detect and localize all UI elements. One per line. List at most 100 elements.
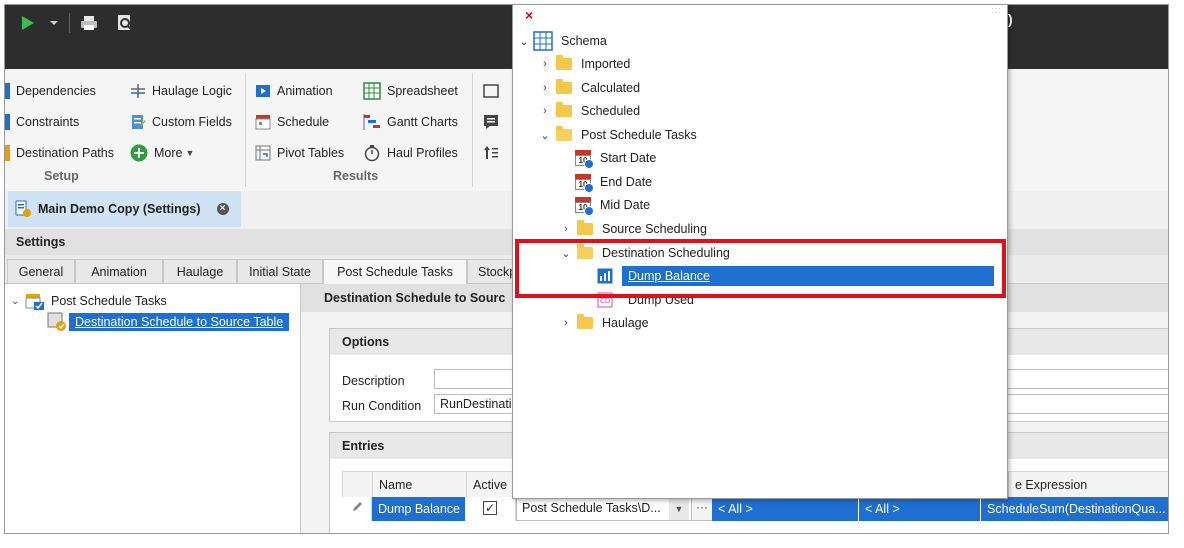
- print-icon[interactable]: [79, 11, 99, 35]
- tree-node-haulage[interactable]: › Haulage: [559, 312, 649, 334]
- tree-node-mid-date[interactable]: 10 Mid Date: [571, 194, 650, 216]
- sort-icon: [484, 146, 498, 159]
- more-dropdown-icon: ▼: [185, 148, 195, 158]
- haul-profiles-button[interactable]: Haul Profiles: [363, 142, 458, 164]
- rectangle-icon: [483, 84, 499, 98]
- tree-node-imported[interactable]: › Imported: [538, 53, 630, 75]
- column-expression-header[interactable]: e Expression: [1008, 472, 1168, 498]
- entry-filter-cell-2[interactable]: < All >: [859, 497, 981, 521]
- svg-text:CD: CD: [600, 298, 610, 305]
- settings-document-icon: [15, 200, 31, 217]
- chevron-right-icon[interactable]: ›: [538, 105, 552, 117]
- run-icon[interactable]: [19, 11, 37, 35]
- tree-node-dump-balance[interactable]: Dump Balance: [593, 265, 994, 287]
- more-button[interactable]: More ▼: [130, 142, 194, 164]
- ribbon-extra-button-2[interactable]: [483, 111, 499, 133]
- tab-initial-state[interactable]: Initial State: [237, 259, 323, 283]
- schedule-button[interactable]: Schedule: [255, 111, 329, 133]
- folder-icon: [577, 220, 593, 235]
- active-checkbox[interactable]: ✓: [483, 501, 497, 515]
- tree-node-label: Schema: [561, 34, 607, 48]
- constraints-button[interactable]: Constraints: [5, 111, 79, 133]
- entry-expression-cell[interactable]: ScheduleSum(DestinationQua...: [981, 497, 1168, 521]
- tab-post-schedule-tasks[interactable]: Post Schedule Tasks: [323, 259, 467, 284]
- tree-node-label: Dump Used: [628, 293, 694, 307]
- grip-icon[interactable]: ··· ···: [991, 5, 1003, 17]
- constraints-label: Constraints: [16, 115, 80, 129]
- tree-node-dump-used[interactable]: CD Dump Used: [593, 289, 700, 311]
- chevron-right-icon[interactable]: ›: [538, 58, 552, 70]
- chevron-down-icon[interactable]: ⌄: [11, 296, 23, 307]
- entry-active-cell[interactable]: ✓: [466, 497, 516, 521]
- window-title-fragment: ): [1008, 11, 1013, 27]
- entry-filter-cell-1[interactable]: < All >: [712, 497, 859, 521]
- tab-haulage[interactable]: Haulage: [163, 259, 237, 283]
- tree-node-destination-schedule[interactable]: Destination Schedule to Source Table: [47, 312, 290, 332]
- tree-node-start-date[interactable]: 10 Start Date: [571, 147, 656, 169]
- tree-node-post-schedule-tasks[interactable]: ⌄ Post Schedule Tasks: [538, 124, 697, 146]
- tree-node-source-scheduling[interactable]: › Source Scheduling: [559, 218, 707, 240]
- spreadsheet-button[interactable]: Spreadsheet: [363, 80, 458, 102]
- custom-fields-button[interactable]: Custom Fields: [130, 111, 232, 133]
- tree-node-label: Post Schedule Tasks: [51, 294, 167, 308]
- tree-node-schema[interactable]: ⌄ Schema: [517, 30, 607, 52]
- animation-button[interactable]: Animation: [255, 80, 333, 102]
- schedule-icon: [255, 115, 271, 130]
- tree-node-calculated[interactable]: › Calculated: [538, 77, 640, 99]
- folder-icon: [556, 79, 572, 94]
- entry-path-cell[interactable]: Post Schedule Tasks\D... ▼ ···: [516, 497, 712, 521]
- tree-node-label: Destination Schedule to Source Table: [69, 313, 290, 331]
- plus-circle-icon: [130, 144, 148, 162]
- row-indicator-header: [343, 472, 373, 498]
- ribbon-extra-button-3[interactable]: [483, 142, 499, 164]
- column-name-header[interactable]: Name: [373, 472, 467, 498]
- folder-icon: [556, 102, 572, 117]
- tree-node-end-date[interactable]: 10 End Date: [571, 171, 652, 193]
- close-popup-icon[interactable]: ×: [525, 7, 533, 23]
- gantt-charts-button[interactable]: Gantt Charts: [363, 111, 458, 133]
- close-tab-icon[interactable]: ×: [216, 203, 229, 215]
- tab-animation[interactable]: Animation: [75, 259, 163, 283]
- haulage-logic-icon: [131, 84, 145, 98]
- animation-icon: [256, 85, 270, 97]
- folder-open-icon: [556, 126, 572, 141]
- chevron-down-icon[interactable]: ⌄: [517, 35, 531, 48]
- tree-node-label: End Date: [600, 175, 653, 189]
- entries-row[interactable]: Dump Balance ✓ Post Schedule Tasks\D... …: [342, 497, 1168, 521]
- folder-icon: [577, 314, 593, 329]
- column-active-header[interactable]: Active: [467, 472, 517, 498]
- animation-label: Animation: [277, 84, 333, 98]
- document-tab-main-demo[interactable]: Main Demo Copy (Settings) ×: [8, 191, 241, 227]
- haulage-logic-label: Haulage Logic: [152, 84, 232, 98]
- setup-group-label: Setup: [44, 169, 79, 183]
- custom-fields-icon: [132, 115, 146, 129]
- ribbon-extra-button-1[interactable]: [483, 80, 499, 102]
- tree-node-label: Start Date: [600, 151, 657, 165]
- tab-general[interactable]: General: [7, 259, 75, 283]
- pivot-tables-button[interactable]: Pivot Tables: [255, 142, 344, 164]
- tree-node-scheduled[interactable]: › Scheduled: [538, 100, 640, 122]
- spreadsheet-label: Spreadsheet: [387, 84, 458, 98]
- calendar-icon: 10: [575, 174, 594, 193]
- destination-paths-button[interactable]: Destination Paths: [5, 142, 114, 164]
- chevron-down-icon[interactable]: ⌄: [538, 129, 552, 142]
- tree-node-post-schedule-tasks[interactable]: ⌄ Post Schedule Tasks: [11, 291, 167, 311]
- dependencies-button[interactable]: Dependencies: [5, 80, 96, 102]
- path-dropdown-icon[interactable]: ▼: [669, 498, 689, 520]
- chevron-down-icon[interactable]: ⌄: [559, 247, 573, 260]
- entry-name-cell[interactable]: Dump Balance: [372, 497, 466, 521]
- description-label: Description: [342, 374, 405, 388]
- tree-node-label: Mid Date: [600, 198, 651, 212]
- entry-path-value: Post Schedule Tasks\D...: [522, 501, 661, 515]
- schema-table-icon: [533, 31, 553, 51]
- chevron-right-icon[interactable]: ›: [559, 317, 573, 329]
- schema-picker-popup: × ··· ··· ⌄ Schema › Imported › Calculate…: [512, 4, 1008, 499]
- print-preview-icon[interactable]: [115, 11, 135, 35]
- tree-node-destination-scheduling[interactable]: ⌄ Destination Scheduling: [559, 242, 730, 264]
- destination-paths-label: Destination Paths: [16, 146, 114, 160]
- haulage-logic-button[interactable]: Haulage Logic: [130, 80, 232, 102]
- chevron-right-icon[interactable]: ›: [559, 223, 573, 235]
- chevron-right-icon[interactable]: ›: [538, 82, 552, 94]
- run-dropdown-chevron-icon[interactable]: [47, 11, 61, 35]
- path-ellipsis-button[interactable]: ···: [691, 498, 712, 520]
